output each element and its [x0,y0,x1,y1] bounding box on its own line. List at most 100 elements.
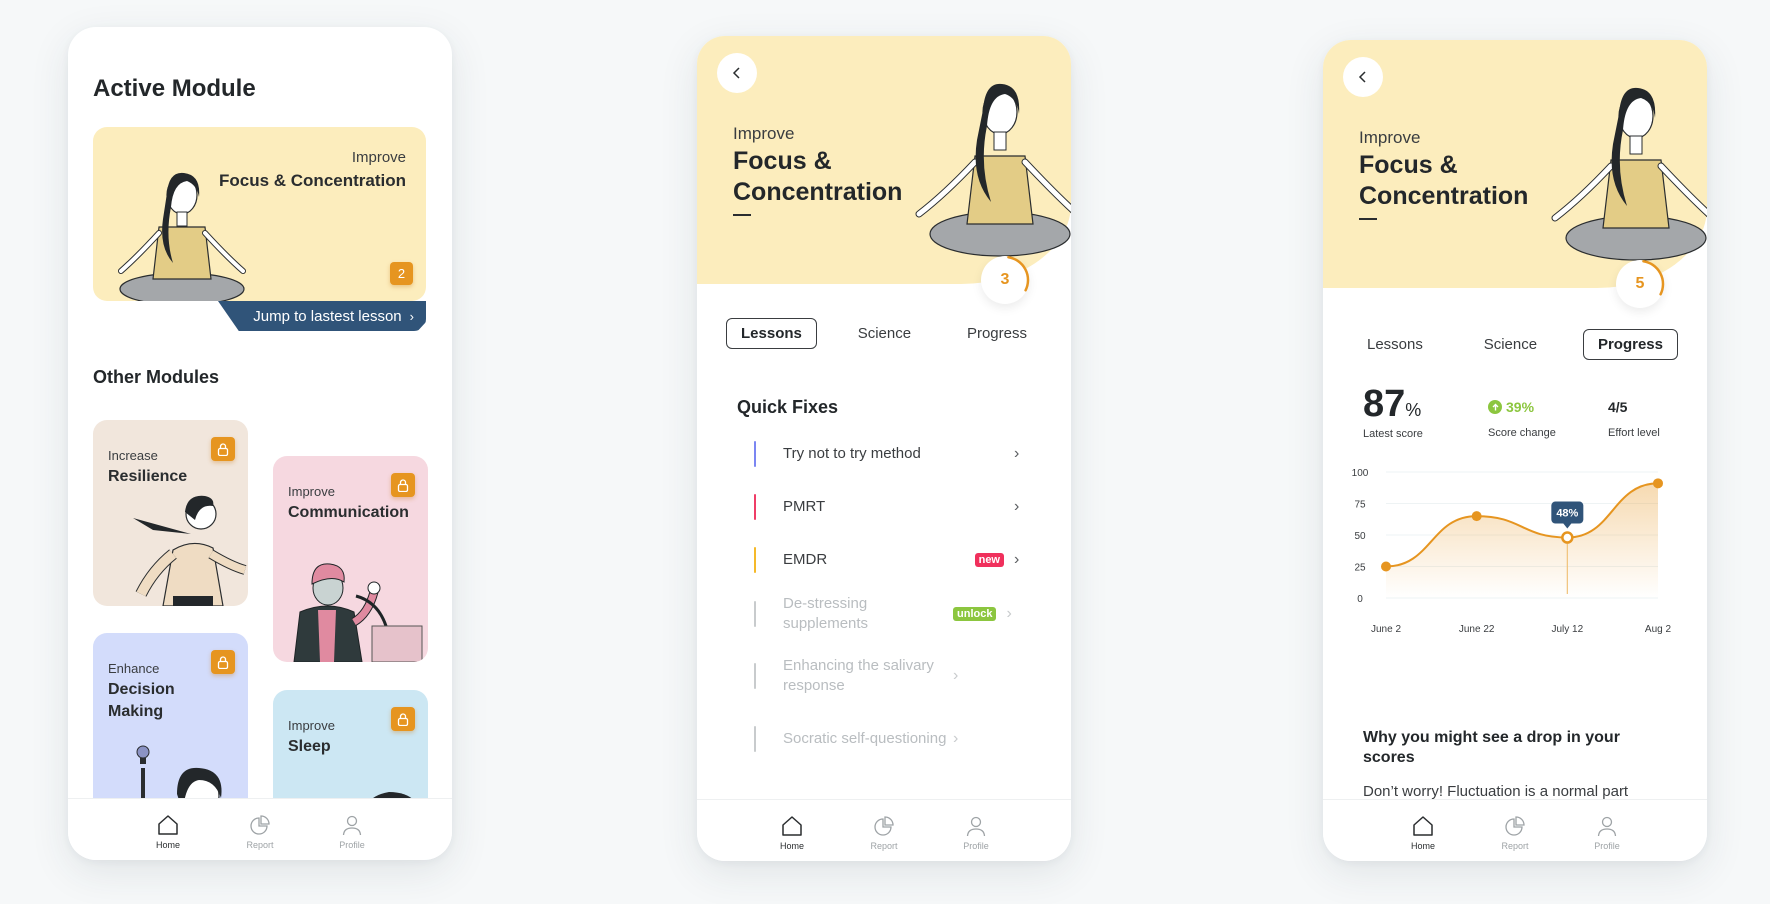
progress-ring: 5 [1616,260,1665,308]
x-tick-label: June 2 [1371,624,1401,635]
tab-lessons[interactable]: Lessons [1352,329,1438,360]
profile-icon [1597,816,1617,837]
tooltip-pointer [1563,523,1572,529]
title-underline [733,214,751,216]
lesson-color-bar [754,601,756,627]
lesson-color-bar [754,663,756,689]
chevron-left-icon [1358,71,1366,83]
tooltip-label: 48% [1556,508,1578,520]
back-button[interactable] [717,53,757,93]
lesson-item[interactable]: Try not to try method › [754,434,1024,474]
data-point [1381,561,1391,572]
nav-profile[interactable]: Profile [1587,814,1627,861]
tab-science[interactable]: Science [843,318,926,349]
new-badge: new [974,553,1004,567]
lesson-item[interactable]: EMDR new › [754,540,1024,580]
chevron-right-icon: › [409,308,414,324]
lesson-item[interactable]: PMRT › [754,487,1024,527]
bottom-navigation: Home Report Profile [68,798,452,860]
active-module-title: Focus & Concentration [218,171,406,190]
nav-label: Report [870,841,898,851]
y-tick-label: 100 [1352,468,1369,479]
lock-icon [211,437,235,461]
lesson-name: Enhancing the salivary response [783,657,934,694]
ring-value: 3 [1000,271,1010,288]
lesson-item[interactable]: Socratic self-questioning › [754,719,1024,759]
y-tick-label: 25 [1354,563,1366,574]
tab-science[interactable]: Science [1469,329,1552,360]
nav-label: Profile [1594,841,1620,851]
nav-report[interactable]: Report [864,814,904,861]
lesson-name: PMRT [783,498,826,515]
module-name: Communication [288,504,409,521]
module-name: Decision Making [108,681,175,720]
chevron-right-icon: › [1014,445,1020,462]
lesson-name: EMDR [783,551,828,568]
x-tick-label: July 12 [1551,624,1583,635]
chevron-right-icon: › [953,730,959,747]
module-name: Resilience [108,468,188,485]
tab-progress[interactable]: Progress [952,318,1042,349]
lock-icon [391,707,415,731]
module-tabs: Lessons Science Progress [726,318,1042,349]
lesson-name: Socratic self-questioning [783,730,947,747]
module-tabs: Lessons Science Progress [1352,329,1678,360]
chevron-right-icon: › [1014,498,1020,515]
lesson-name: De-stressing supplements [783,595,869,632]
nav-label: Home [1410,841,1435,851]
report-pie-icon [1505,816,1525,836]
back-button[interactable] [1343,57,1383,97]
y-tick-label: 0 [1357,594,1363,605]
unlock-badge[interactable]: unlock [953,607,997,621]
home-icon [158,815,178,835]
lock-icon [211,650,235,674]
nav-home[interactable]: Home [148,813,188,860]
lesson-item[interactable]: Enhancing the salivary response › [754,656,1024,696]
report-pie-icon [250,815,270,835]
nav-label: Report [1501,841,1529,851]
highlight-point [1561,531,1574,544]
nav-profile[interactable]: Profile [332,813,372,860]
nav-report[interactable]: Report [240,813,280,860]
nav-home[interactable]: Home [1403,814,1443,861]
title-underline [1359,218,1377,220]
active-module-kicker: Improve [351,149,406,166]
chevron-right-icon: › [953,667,959,684]
speaker-illustration [293,563,423,662]
tab-lessons[interactable]: Lessons [726,318,817,349]
chevron-left-icon [732,67,740,79]
module-card-resilience[interactable]: Increase Resilience [93,420,248,606]
nav-home[interactable]: Home [772,814,812,861]
lesson-item[interactable]: De-stressing supplements unlock › [754,594,1024,634]
module-card-communication[interactable]: Improve Communication [273,456,428,662]
profile-icon [966,816,986,837]
lesson-color-bar [754,441,756,467]
lock-icon [391,473,415,497]
effort-level-label: Effort level [1608,427,1660,439]
latest-score-stat: 87% Latest score [1363,383,1423,440]
bottom-navigation: Home Report Profile [697,799,1071,861]
module-kicker: Improve [733,124,795,143]
latest-score-value: 87% [1363,383,1422,425]
lesson-color-bar [754,494,756,520]
active-module-card[interactable]: Improve Focus & Concentration 2 [93,127,426,301]
module-kicker: Increase [108,448,158,463]
tab-progress[interactable]: Progress [1582,329,1678,360]
jump-to-latest-lesson-button[interactable]: Jump to lastest lesson › [218,301,426,331]
x-tick-label: Aug 2 [1645,624,1672,635]
progress-screen: Improve Focus & Concentration 5 Lessons … [1323,40,1707,861]
nav-label: Report [246,840,274,850]
effort-level-value: 4/5 [1608,399,1628,415]
data-point [1471,511,1482,522]
nav-label: Profile [339,840,365,850]
nav-profile[interactable]: Profile [956,814,996,861]
home-screen: Active Module Improve Focus & Concentrat… [68,27,452,860]
score-chart: 0 25 50 75 100 June 2 June 22 July 12 Aug 2 48% [1352,468,1672,635]
module-hero: Improve Focus & Concentration [697,36,1071,284]
module-name: Sleep [288,738,331,755]
other-modules-heading: Other Modules [93,367,220,387]
section-heading: Quick Fixes [737,397,839,417]
nav-report[interactable]: Report [1495,814,1535,861]
meditating-woman-illustration [915,83,1071,257]
chevron-right-icon: › [1014,551,1020,568]
